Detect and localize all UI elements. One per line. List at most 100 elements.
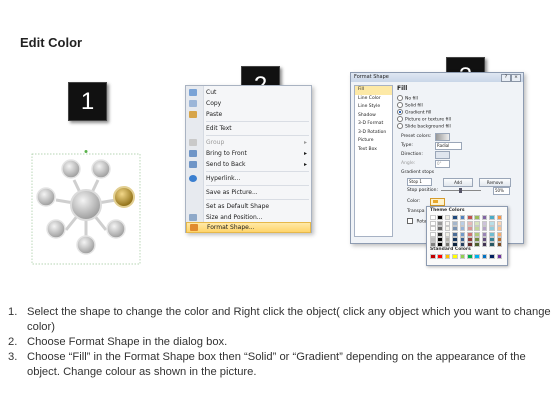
- theme-color-swatch[interactable]: [474, 242, 480, 247]
- submenu-arrow-icon: ▸: [303, 139, 307, 146]
- theme-color-swatch[interactable]: [430, 215, 436, 220]
- bottom-circle[interactable]: [76, 235, 96, 255]
- menu-item-edit-text[interactable]: Edit Text: [186, 123, 311, 134]
- menu-item-group[interactable]: Group ▸: [186, 137, 311, 148]
- standard-color-swatch[interactable]: [430, 254, 436, 259]
- standard-color-swatch[interactable]: [481, 254, 488, 259]
- menu-item-bring-to-front[interactable]: Bring to Front ▸: [186, 148, 311, 159]
- checkbox-icon: [407, 218, 413, 224]
- standard-color-swatch[interactable]: [467, 254, 473, 259]
- bottom-left-circle[interactable]: [46, 219, 66, 239]
- theme-color-swatch[interactable]: [489, 242, 495, 247]
- help-icon[interactable]: ?: [501, 74, 511, 82]
- copy-icon: [189, 100, 197, 107]
- cut-icon: [189, 89, 197, 96]
- theme-color-swatch[interactable]: [437, 242, 443, 247]
- direction-label: Direction:: [401, 152, 423, 157]
- category-picture[interactable]: Picture: [355, 137, 392, 146]
- stop-position-field[interactable]: 50%: [493, 187, 510, 195]
- radio-solid-fill[interactable]: Solid fill: [397, 102, 423, 109]
- type-dropdown[interactable]: Radial: [435, 142, 462, 150]
- theme-color-swatch[interactable]: [444, 215, 451, 220]
- standard-color-swatch[interactable]: [452, 254, 458, 259]
- theme-color-swatch[interactable]: [481, 215, 488, 220]
- bottom-right-circle[interactable]: [106, 219, 126, 239]
- transparency-label: Transpa: [407, 209, 425, 214]
- stop-dropdown[interactable]: Stop 1: [407, 178, 432, 186]
- theme-color-swatch[interactable]: [489, 215, 495, 220]
- group-icon: [189, 139, 197, 146]
- angle-field[interactable]: 0°: [435, 160, 450, 168]
- category-text-box[interactable]: Text Box: [355, 146, 392, 155]
- color-label: Color:: [407, 199, 421, 204]
- radio-slide-background-fill[interactable]: Slide background fill: [397, 123, 451, 130]
- menu-item-cut[interactable]: Cut: [186, 87, 311, 98]
- hyperlink-icon: [189, 175, 197, 182]
- theme-color-swatch[interactable]: [444, 242, 451, 247]
- menu-item-send-to-back[interactable]: Send to Back ▸: [186, 159, 311, 170]
- radio-gradient-fill[interactable]: Gradient fill: [397, 109, 431, 116]
- theme-color-swatch[interactable]: [474, 215, 480, 220]
- theme-color-swatch[interactable]: [430, 242, 436, 247]
- theme-color-swatch[interactable]: [467, 215, 473, 220]
- color-picker-button[interactable]: [430, 198, 445, 206]
- theme-color-swatch[interactable]: [481, 242, 488, 247]
- center-circle[interactable]: [70, 189, 102, 221]
- send-back-icon: [189, 161, 197, 168]
- category-fill[interactable]: Fill: [355, 86, 392, 95]
- menu-item-paste[interactable]: Paste: [186, 109, 311, 120]
- menu-item-set-default-shape[interactable]: Set as Default Shape: [186, 201, 311, 212]
- menu-separator: [206, 121, 309, 122]
- rotate-handle[interactable]: [84, 150, 88, 153]
- preset-colors-dropdown[interactable]: [435, 133, 450, 141]
- category-3d-format[interactable]: 3-D Format: [355, 120, 392, 129]
- theme-color-swatch[interactable]: [437, 215, 443, 220]
- standard-colors-label: Standard Colors: [430, 247, 471, 252]
- remove-stop-button[interactable]: Remove: [479, 178, 511, 187]
- standard-color-swatch[interactable]: [474, 254, 480, 259]
- theme-color-swatch[interactable]: [496, 242, 503, 247]
- menu-item-save-as-picture[interactable]: Save as Picture...: [186, 187, 311, 198]
- dialog-titlebar: Format Shape: [351, 73, 523, 82]
- left-circle[interactable]: [36, 187, 56, 207]
- standard-color-swatch[interactable]: [496, 254, 503, 259]
- theme-color-swatch[interactable]: [452, 215, 458, 220]
- menu-item-hyperlink[interactable]: Hyperlink...: [186, 173, 311, 184]
- menu-separator: [206, 185, 309, 186]
- radio-no-fill[interactable]: No fill: [397, 95, 418, 102]
- angle-label: Angle:: [401, 161, 416, 166]
- radio-picture-fill[interactable]: Picture or texture fill: [397, 116, 451, 123]
- diagram-svg: [31, 150, 141, 265]
- theme-color-swatch[interactable]: [467, 242, 473, 247]
- menu-separator: [206, 199, 309, 200]
- category-3d-rotation[interactable]: 3-D Rotation: [355, 129, 392, 138]
- standard-color-swatch[interactable]: [437, 254, 443, 259]
- submenu-arrow-icon: ▸: [303, 161, 307, 168]
- type-label: Type:: [401, 143, 413, 148]
- menu-item-copy[interactable]: Copy: [186, 98, 311, 109]
- theme-color-swatch[interactable]: [459, 215, 466, 220]
- theme-colors-label: Theme Colors: [430, 208, 465, 213]
- theme-color-swatch[interactable]: [452, 242, 458, 247]
- direction-dropdown[interactable]: [435, 151, 450, 159]
- instruction-item: 1. Select the shape to change the color a…: [8, 306, 551, 333]
- add-stop-button[interactable]: Add: [443, 178, 473, 187]
- category-line-style[interactable]: Line Style: [355, 103, 392, 112]
- standard-color-swatch[interactable]: [459, 254, 466, 259]
- paste-icon: [189, 111, 197, 118]
- menu-separator: [206, 135, 309, 136]
- category-shadow[interactable]: Shadow: [355, 112, 392, 121]
- theme-color-swatch[interactable]: [496, 215, 503, 220]
- size-icon: [189, 214, 197, 221]
- stop-position-thumb[interactable]: [459, 188, 462, 193]
- standard-color-swatch[interactable]: [444, 254, 451, 259]
- top-left-circle[interactable]: [61, 159, 81, 179]
- selected-gold-circle[interactable]: [113, 186, 135, 208]
- close-icon[interactable]: ×: [511, 74, 521, 82]
- standard-color-swatch[interactable]: [489, 254, 495, 259]
- circle-diagram[interactable]: [30, 150, 142, 268]
- category-line-color[interactable]: Line Color: [355, 95, 392, 104]
- top-right-circle[interactable]: [91, 159, 111, 179]
- theme-color-swatch[interactable]: [459, 242, 466, 247]
- menu-item-format-shape[interactable]: Format Shape...: [186, 222, 311, 233]
